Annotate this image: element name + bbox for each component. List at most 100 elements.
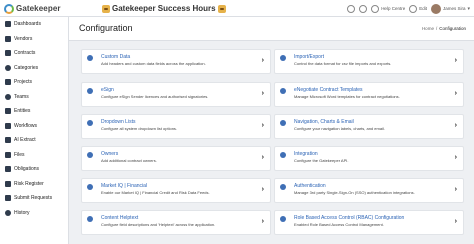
sidebar-item-ai-extract[interactable]: AI Extract xyxy=(0,133,68,148)
card-custom-data[interactable]: Custom Data Add headers and custom data … xyxy=(81,49,271,74)
sidebar-item-risk-register[interactable]: Risk Register xyxy=(0,177,68,192)
top-actions: Help Centre Edit James Sira ▾ xyxy=(347,2,470,15)
card-title: Authentication xyxy=(294,183,326,189)
card-description: Enable our Market IQ | Financial Credit … xyxy=(101,190,210,195)
card-enegotiate-templates[interactable]: eNegotiate Contract Templates Manage Mic… xyxy=(274,82,464,107)
card-title: eSign xyxy=(101,87,114,93)
sidebar-item-label: Obligations xyxy=(14,166,40,173)
edit-link[interactable]: Edit xyxy=(409,4,427,13)
sidebar-item-vendors[interactable]: Vendors xyxy=(0,32,68,47)
card-description: Configure field descriptions and 'Helpte… xyxy=(101,222,216,227)
sidebar-item-label: Dashboards xyxy=(14,21,41,28)
card-owners[interactable]: Owners Add additional contract owners. › xyxy=(81,146,271,171)
sidebar-item-label: Contracts xyxy=(14,50,36,57)
card-dropdown-lists[interactable]: Dropdown Lists Configure all system drop… xyxy=(81,114,271,139)
dropdown-list-icon xyxy=(87,120,93,126)
sidebar-item-label: Entities xyxy=(14,108,31,115)
navigation-icon xyxy=(280,120,286,126)
authentication-icon xyxy=(280,184,286,190)
sidebar-item-label: History xyxy=(14,209,30,216)
success-hours-banner[interactable]: Gatekeeper Success Hours xyxy=(102,3,226,14)
edit-label: Edit xyxy=(419,6,427,11)
sidebar-item-teams[interactable]: Teams xyxy=(0,90,68,105)
user-name: James Sira xyxy=(442,6,466,11)
card-description: Configure all system dropdown list optio… xyxy=(101,126,178,131)
sidebar-item-label: Teams xyxy=(14,93,29,100)
integration-icon xyxy=(280,152,286,158)
card-rbac-configuration[interactable]: Role Based Access Control (RBAC) Configu… xyxy=(274,210,464,235)
settings-icon[interactable] xyxy=(347,4,356,13)
card-title: Owners xyxy=(101,151,119,157)
chevron-right-icon: › xyxy=(454,90,457,97)
market-iq-icon xyxy=(87,184,93,190)
sidebar-item-projects[interactable]: Projects xyxy=(0,75,68,90)
esign-icon xyxy=(87,88,93,94)
card-authentication[interactable]: Authentication Manage 3rd party Single-S… xyxy=(274,178,464,203)
help-centre-link[interactable]: Help Centre xyxy=(371,4,406,13)
projects-icon xyxy=(5,79,11,86)
vendors-icon xyxy=(5,35,11,42)
card-description: Manage Microsoft Word templates for cont… xyxy=(294,94,400,99)
card-esign[interactable]: eSign Configure eSign Sender licences an… xyxy=(81,82,271,107)
card-title: Navigation, Charts & Email xyxy=(294,119,354,125)
helptext-icon xyxy=(87,216,93,222)
card-navigation-charts-email[interactable]: Navigation, Charts & Email Configure you… xyxy=(274,114,464,139)
chevron-down-icon: ▾ xyxy=(467,5,470,12)
card-market-iq[interactable]: Market IQ | Financial Enable our Market … xyxy=(81,178,271,203)
main-content: Configuration Home / Configuration Custo… xyxy=(69,17,474,244)
card-description: Add additional contract owners. xyxy=(101,158,157,163)
breadcrumb: Home / Configuration xyxy=(422,26,466,31)
chevron-right-icon: › xyxy=(261,154,264,161)
submit-requests-icon xyxy=(5,195,11,202)
chevron-right-icon: › xyxy=(454,122,457,129)
chevron-right-icon: › xyxy=(261,218,264,225)
chevron-right-icon: › xyxy=(454,186,457,193)
chevron-right-icon: › xyxy=(261,57,264,64)
card-integration[interactable]: Integration Configure the Gatekeeper API… xyxy=(274,146,464,171)
card-description: Configure your navigation labels, charts… xyxy=(294,126,385,131)
sidebar-item-label: Risk Register xyxy=(14,180,44,187)
card-description: Configure eSign Sender licences and auth… xyxy=(101,94,209,99)
import-export-icon xyxy=(280,55,286,61)
chevron-right-icon: › xyxy=(454,218,457,225)
card-description: Add headers and custom data fields acros… xyxy=(101,61,206,66)
sidebar-item-history[interactable]: History xyxy=(0,206,68,221)
dashboard-icon xyxy=(5,21,11,28)
user-menu[interactable]: James Sira ▾ xyxy=(430,3,470,14)
breadcrumb-home[interactable]: Home xyxy=(422,26,434,31)
chevron-right-icon: › xyxy=(261,90,264,97)
help-icon xyxy=(371,4,380,13)
sidebar-item-label: Workflows xyxy=(14,122,37,129)
sidebar-item-entities[interactable]: Entities xyxy=(0,104,68,119)
banner-text: Gatekeeper Success Hours xyxy=(112,4,216,13)
card-title: Import/Export xyxy=(294,54,325,60)
files-icon xyxy=(5,151,11,158)
custom-data-icon xyxy=(87,55,93,61)
card-title: Custom Data xyxy=(101,54,131,60)
workflows-icon xyxy=(5,122,11,129)
categories-icon xyxy=(5,64,11,71)
help-centre-label: Help Centre xyxy=(381,6,406,11)
page-title: Configuration xyxy=(79,23,133,33)
sidebar-item-contracts[interactable]: Contracts xyxy=(0,46,68,61)
sidebar-item-submit-requests[interactable]: Submit Requests xyxy=(0,191,68,206)
chevron-right-icon: › xyxy=(261,186,264,193)
card-import-export[interactable]: Import/Export Control the data format fo… xyxy=(274,49,464,74)
sidebar-item-categories[interactable]: Categories xyxy=(0,61,68,76)
card-description: Enabled Role Based Access Control Manage… xyxy=(294,222,384,227)
card-title: Integration xyxy=(294,151,318,157)
sidebar-item-workflows[interactable]: Workflows xyxy=(0,119,68,134)
chevron-right-icon: › xyxy=(261,122,264,129)
logo[interactable]: Gatekeeper xyxy=(4,3,61,14)
card-title: Content Helptext xyxy=(101,215,139,221)
sidebar-item-dashboards[interactable]: Dashboards xyxy=(0,17,68,32)
contracts-icon xyxy=(5,50,11,57)
refresh-icon[interactable] xyxy=(359,4,368,13)
sidebar-item-label: Files xyxy=(14,151,25,158)
card-content-helptext[interactable]: Content Helptext Configure field descrip… xyxy=(81,210,271,235)
history-icon xyxy=(5,209,11,216)
sidebar-item-obligations[interactable]: Obligations xyxy=(0,162,68,177)
sidebar-item-files[interactable]: Files xyxy=(0,148,68,163)
logo-text: Gatekeeper xyxy=(16,4,61,13)
sidebar-item-label: Vendors xyxy=(14,35,33,42)
